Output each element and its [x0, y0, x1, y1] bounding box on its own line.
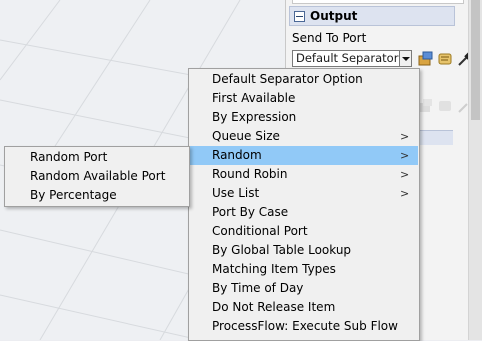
menu-item-label: Conditional Port: [212, 224, 308, 238]
random-submenu: Random Port Random Available Port By Perce…: [4, 146, 190, 207]
collapse-icon[interactable]: [294, 10, 305, 22]
submenu-arrow-icon: >: [400, 130, 410, 143]
menu-item-label: Random: [212, 148, 262, 162]
menu-item-label: Queue Size: [212, 129, 280, 143]
menu-item[interactable]: Matching Item Types: [190, 260, 418, 279]
menu-item[interactable]: Conditional Port: [190, 222, 418, 241]
script-edit-icon[interactable]: [436, 50, 454, 68]
submenu-arrow-icon: >: [400, 168, 410, 181]
menu-item-label: By Expression: [212, 110, 297, 124]
menu-item-label: Round Robin: [212, 167, 288, 181]
submenu-item[interactable]: Random Port: [6, 148, 188, 167]
menu-item[interactable]: Default Separator Option: [190, 70, 418, 89]
menu-item-label: By Time of Day: [212, 281, 304, 295]
send-to-port-options-menu: Default Separator Option First Available B…: [188, 68, 420, 341]
script-edit-icon[interactable]: [436, 97, 454, 115]
menu-item[interactable]: Do Not Release Item: [190, 298, 418, 317]
send-to-port-label: Send To Port: [292, 31, 367, 45]
menu-item[interactable]: First Available: [190, 89, 418, 108]
menu-item[interactable]: Random >: [190, 146, 418, 165]
menu-item[interactable]: Port By Case: [190, 203, 418, 222]
menu-item[interactable]: ProcessFlow: Execute Sub Flow: [190, 317, 418, 336]
submenu-item-label: Random Available Port: [30, 169, 166, 183]
submenu-item[interactable]: By Percentage: [6, 186, 188, 205]
menu-item[interactable]: By Expression: [190, 108, 418, 127]
menu-item[interactable]: By Time of Day: [190, 279, 418, 298]
panel-top-edge: [292, 0, 464, 4]
menu-item[interactable]: Queue Size >: [190, 127, 418, 146]
scrollbar-thumb[interactable]: [471, 0, 480, 120]
submenu-item-label: Random Port: [30, 150, 108, 164]
code-template-icon[interactable]: [417, 50, 435, 68]
section-title: Output: [310, 9, 358, 23]
submenu-item-label: By Percentage: [30, 188, 117, 202]
submenu-arrow-icon: >: [400, 149, 410, 162]
menu-item-label: Use List: [212, 186, 260, 200]
menu-item-label: Do Not Release Item: [212, 300, 336, 314]
menu-item[interactable]: Round Robin >: [190, 165, 418, 184]
menu-item-label: First Available: [212, 91, 296, 105]
menu-item-label: Default Separator Option: [212, 72, 363, 86]
chevron-down-icon[interactable]: [400, 50, 412, 67]
menu-item-label: Matching Item Types: [212, 262, 336, 276]
menu-item[interactable]: By Global Table Lookup: [190, 241, 418, 260]
panel-scrollbar[interactable]: [468, 0, 482, 340]
menu-item-label: ProcessFlow: Execute Sub Flow: [212, 319, 398, 333]
send-to-port-combobox[interactable]: Default Separator Opt: [292, 50, 400, 67]
menu-item[interactable]: Use List >: [190, 184, 418, 203]
output-section-header[interactable]: Output: [289, 6, 455, 26]
menu-item-label: Port By Case: [212, 205, 289, 219]
menu-item-label: By Global Table Lookup: [212, 243, 352, 257]
submenu-arrow-icon: >: [400, 187, 410, 200]
submenu-item[interactable]: Random Available Port: [6, 167, 188, 186]
